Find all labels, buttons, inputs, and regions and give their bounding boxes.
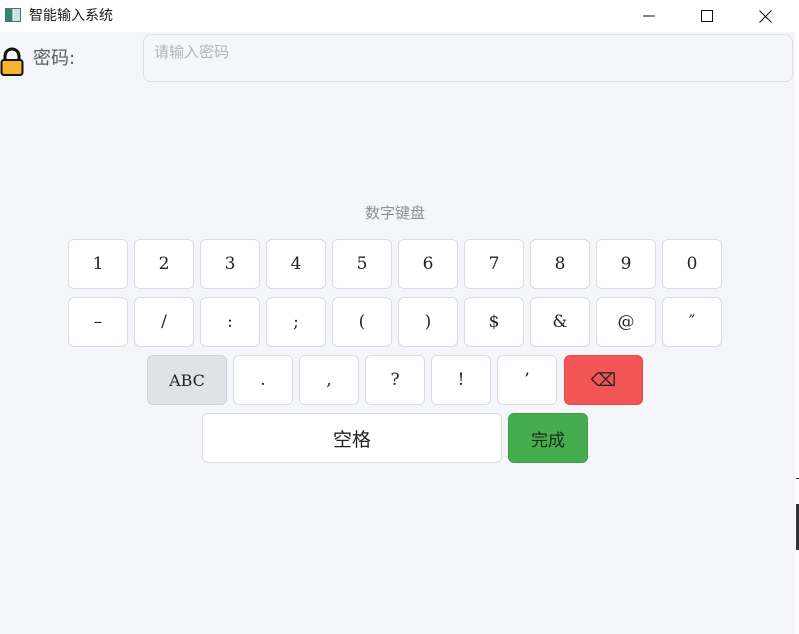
- maximize-button[interactable]: [678, 0, 736, 32]
- done-button[interactable]: 完成: [508, 413, 588, 463]
- key-colon[interactable]: :: [200, 297, 260, 347]
- lock-icon: [0, 47, 24, 76]
- key-question[interactable]: ?: [365, 355, 425, 405]
- key-0[interactable]: 0: [662, 239, 722, 289]
- key-6[interactable]: 6: [398, 239, 458, 289]
- close-icon: [758, 9, 772, 23]
- key-2[interactable]: 2: [134, 239, 194, 289]
- key-8[interactable]: 8: [530, 239, 590, 289]
- key-period[interactable]: .: [233, 355, 293, 405]
- password-input[interactable]: 请输入密码: [143, 34, 793, 82]
- password-placeholder: 请输入密码: [154, 43, 230, 61]
- window-title: 智能输入系统: [29, 8, 113, 24]
- key-close-paren[interactable]: ): [398, 297, 458, 347]
- key-quote[interactable]: ″: [662, 297, 722, 347]
- key-9[interactable]: 9: [596, 239, 656, 289]
- key-ampersand[interactable]: &: [530, 297, 590, 347]
- key-7[interactable]: 7: [464, 239, 524, 289]
- minimize-icon: [643, 15, 655, 17]
- app-window: 智能输入系统 密码: 请输入密码 数字键盘 1 2 3 4 5 6 7 8 9 …: [0, 0, 799, 634]
- key-semicolon[interactable]: ;: [266, 297, 326, 347]
- title-bar: 智能输入系统: [0, 0, 799, 32]
- key-5[interactable]: 5: [332, 239, 392, 289]
- keyboard-title: 数字键盘: [364, 204, 425, 222]
- key-dollar[interactable]: $: [464, 297, 524, 347]
- space-button[interactable]: 空格: [202, 413, 502, 463]
- app-icon: [5, 8, 21, 22]
- key-dash[interactable]: –: [68, 297, 128, 347]
- minimize-button[interactable]: [620, 0, 678, 32]
- key-4[interactable]: 4: [266, 239, 326, 289]
- key-at[interactable]: @: [596, 297, 656, 347]
- key-comma[interactable]: ,: [299, 355, 359, 405]
- key-open-paren[interactable]: (: [332, 297, 392, 347]
- key-3[interactable]: 3: [200, 239, 260, 289]
- key-apostrophe[interactable]: ’: [497, 355, 557, 405]
- maximize-icon: [701, 10, 713, 22]
- key-1[interactable]: 1: [68, 239, 128, 289]
- close-button[interactable]: [736, 0, 794, 32]
- key-exclamation[interactable]: !: [431, 355, 491, 405]
- abc-switch-button[interactable]: ABC: [147, 355, 227, 405]
- backspace-icon: ⌫: [590, 369, 617, 391]
- backspace-button[interactable]: ⌫: [564, 355, 643, 405]
- key-slash[interactable]: /: [134, 297, 194, 347]
- password-label: 密码:: [33, 48, 76, 69]
